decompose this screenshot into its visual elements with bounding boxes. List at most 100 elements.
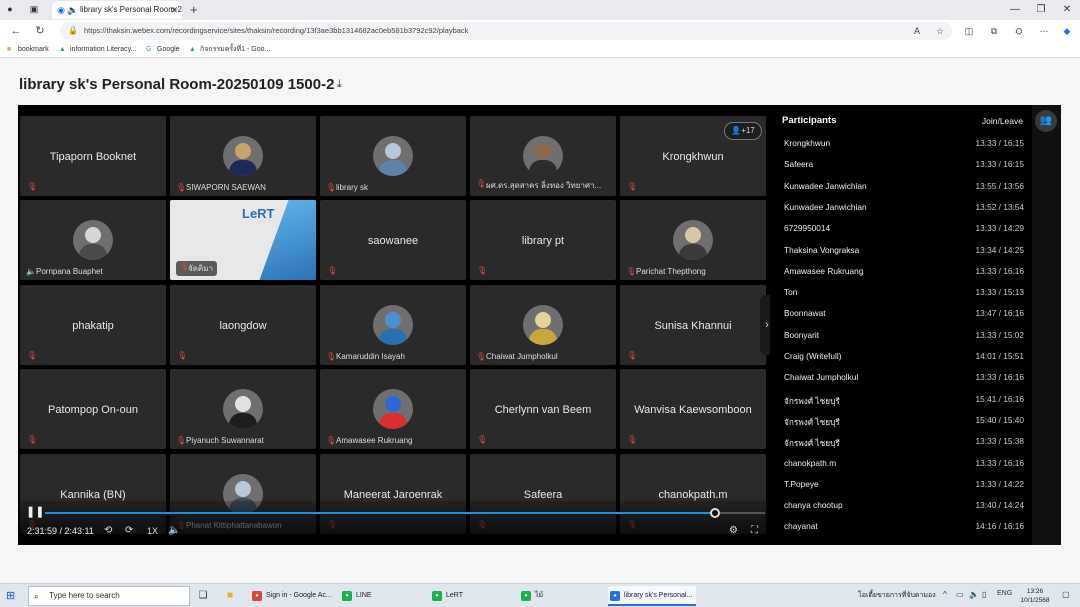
bookmark-information-literacy[interactable]: ▲ information Literacy... [59, 42, 136, 58]
participant-row: Safeera 13:33 / 16:15 [784, 159, 1024, 180]
participant-row-name: Amawasee Rukruang [784, 265, 864, 276]
participant-tile[interactable]: Sunisa Khannui 🎙 [620, 285, 766, 365]
progress-knob[interactable] [709, 508, 720, 518]
progress-bar[interactable] [45, 508, 765, 518]
participant-tile[interactable]: 🎙 Piyanuch Suwannarat [170, 369, 316, 449]
participant-row-time: 13:52 / 13:54 [975, 201, 1024, 212]
video-player[interactable]: Tipaporn Booknet 🎙 🎙 SIWAPORN SAEWAN 🎙 librar… [18, 105, 1061, 545]
participants-panel: Participants Join/Leave Krongkhwun 13:33 … [770, 105, 1032, 545]
participant-tile[interactable]: 🎙 library sk [320, 116, 466, 196]
rewind-icon[interactable]: ⟲ [104, 525, 112, 537]
lock-icon[interactable]: 🔒 [68, 22, 78, 40]
muted-mic-icon: 🎙 [27, 435, 38, 444]
tab-close-icon[interactable]: ✕ [170, 1, 178, 19]
clock[interactable]: 13:26 10/1/2568 [1015, 587, 1055, 605]
muted-mic-icon: 🎙 [326, 183, 337, 192]
speaker-icon[interactable]: 🔈 [67, 5, 78, 15]
clock-time: 13:26 [1026, 588, 1044, 595]
avatar-body [79, 244, 107, 260]
split-screen-icon[interactable]: ◫ [962, 24, 976, 38]
app-icon: ● [252, 591, 262, 601]
participant-tile[interactable]: Patompop On-oun 🎙 [20, 369, 166, 449]
collections-icon[interactable]: ⧉ [987, 24, 1001, 38]
download-icon[interactable]: ⤓ [337, 78, 342, 91]
participant-row-name: T.Popeye [784, 478, 819, 489]
bookmark-google[interactable]: G Google [146, 42, 180, 58]
settings-icon[interactable]: ⚙ [729, 525, 738, 537]
volume-icon[interactable]: 🔈 [168, 525, 180, 537]
participant-tile[interactable]: 🎙 Kamaruddin Isayah [320, 285, 466, 365]
copilot-icon[interactable]: ◆ [1060, 24, 1074, 38]
participant-tile[interactable]: 🎙 SIWAPORN SAEWAN [170, 116, 316, 196]
taskbar-app[interactable]: ● LINE [340, 586, 424, 606]
muted-mic-icon: 🎙 [176, 436, 187, 445]
participant-tile[interactable]: LeRT 🎙 จัดคิมา [170, 200, 316, 280]
extensions-icon[interactable]: ⛭ [1012, 24, 1026, 38]
volume-tray-icon[interactable]: 🔈 [969, 590, 979, 599]
new-tab-icon[interactable]: + [190, 1, 198, 19]
taskbar-app[interactable]: ● LeRT [430, 586, 514, 606]
forward-icon[interactable]: ⟳ [125, 525, 133, 537]
windows-taskbar: ⊞ ⌕ Type here to search ❏ ■ ● Sign in - G… [0, 583, 1080, 607]
battery-icon[interactable]: ▯ [982, 590, 986, 599]
muted-mic-icon: 🎙 [627, 351, 638, 360]
participant-tile[interactable]: Cherlynn van Beem 🎙 [470, 369, 616, 449]
participant-row-name: Boonnawat [784, 308, 826, 319]
bookmarks-bar: ■ bookmark ▲ information Literacy... G Goog… [0, 42, 1080, 58]
fullscreen-icon[interactable]: ⛶ [751, 525, 758, 537]
app-icon: ● [342, 591, 352, 601]
windows-start-icon[interactable]: ⊞ [6, 589, 20, 603]
participant-tile[interactable]: laongdow 🎙 [170, 285, 316, 365]
participant-tile[interactable]: 🎙 Chaiwat Jumpholkul [470, 285, 616, 365]
muted-mic-icon: 🎙 [326, 352, 337, 361]
participant-tile[interactable]: saowanee 🎙 [320, 200, 466, 280]
favorite-star-icon[interactable]: ☆ [933, 24, 947, 38]
tab-actions-icon[interactable]: ▣ [28, 3, 40, 15]
bookmark-activity[interactable]: ▲ กิจกรรมครั้งที่1 - Goo... [189, 42, 270, 58]
network-icon[interactable]: ▭ [956, 590, 964, 599]
speed-button[interactable]: 1X [147, 525, 158, 537]
taskbar-app[interactable]: ● library sk's Personal... [608, 586, 696, 606]
taskbar-search[interactable]: ⌕ Type here to search [28, 586, 190, 606]
participant-tile[interactable]: Wanvisa Kaewsomboon 🎙 [620, 369, 766, 449]
refresh-icon[interactable]: ↻ [32, 23, 48, 39]
more-participants-badge[interactable]: 👤+17 [724, 122, 762, 140]
bookmark-folder[interactable]: ■ bookmark [7, 42, 49, 58]
muted-mic-icon: 🎙 [627, 435, 638, 444]
participant-row-time: 15:40 / 15:40 [975, 414, 1024, 425]
participant-tile[interactable]: Tipaporn Booknet 🎙 [20, 116, 166, 196]
participant-tile[interactable]: phakatip 🎙 [20, 285, 166, 365]
tray-news-text[interactable]: โอเตี้ยขายการที่จับตามอง [858, 590, 936, 601]
read-aloud-icon[interactable]: A [910, 24, 924, 38]
chevron-up-icon[interactable]: ^ [943, 590, 947, 599]
folder-icon: ■ [7, 46, 12, 53]
url-field[interactable]: 🔒 https://thaksin.webex.com/recordingser… [60, 22, 952, 40]
back-icon[interactable]: ← [8, 23, 24, 39]
tab-title: library sk's Personal Room-2... [80, 5, 182, 14]
pause-icon[interactable]: ❚❚ [26, 505, 44, 518]
task-view-icon[interactable]: ❏ [196, 589, 210, 603]
participant-label: 🎙 Chaiwat Jumpholkul [476, 352, 558, 361]
participant-tile[interactable]: library pt 🎙 [470, 200, 616, 280]
participant-tile[interactable]: 🎙 ผศ.ดร.สุดสาคร ลิ่งทอง วิทยาศา... [470, 116, 616, 196]
playback-controls: ❚❚ 2:31:59 / 2:43:11 ⟲ ⟳ 1X 🔈 ⚙ ⛶ [18, 501, 768, 545]
participant-label: 🔈 Pornpana Buaphet [26, 267, 103, 276]
language-indicator[interactable]: ENG [997, 590, 1012, 597]
profile-icon[interactable]: ● [4, 3, 16, 15]
participant-row: Boonnawat 13:47 / 16:16 [784, 308, 1024, 329]
taskbar-app[interactable]: ● Sign in - Google Ac... [250, 586, 334, 606]
file-explorer-icon[interactable]: ■ [223, 589, 237, 603]
maximize-icon[interactable]: ❐ [1033, 2, 1049, 18]
join-leave-header: Join/Leave [981, 116, 1023, 126]
minimize-icon[interactable]: — [1007, 2, 1023, 18]
taskbar-app[interactable]: ● ไม้ [519, 586, 603, 606]
participants-toggle-icon[interactable]: 👥 [1035, 110, 1057, 132]
notifications-icon[interactable]: ▢ [1062, 590, 1070, 599]
active-tab[interactable]: ◉ 🔈 library sk's Personal Room-2... ✕ [52, 1, 182, 19]
participant-tile[interactable]: 🔈 Pornpana Buaphet [20, 200, 166, 280]
more-options-icon[interactable]: ⋯ [1037, 24, 1051, 38]
participant-tile[interactable]: 🎙 Amawasee Rukruang [320, 369, 466, 449]
participant-tile[interactable]: 🎙 Parichat Thepthong [620, 200, 766, 280]
avatar-head [385, 312, 401, 328]
close-window-icon[interactable]: ✕ [1059, 2, 1075, 18]
